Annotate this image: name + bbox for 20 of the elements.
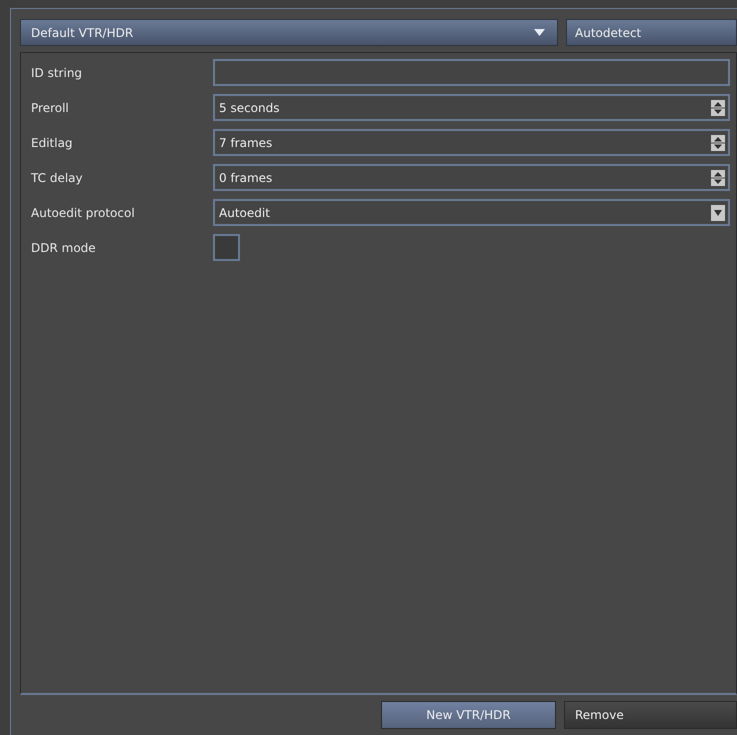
spinner-arrows-icon [711,134,725,150]
spinner-field[interactable]: 0 frames [213,164,730,191]
field-label: DDR mode [31,240,97,254]
checkbox[interactable] [213,234,240,261]
caret-icon [534,29,545,36]
field-label: ID string [31,66,84,80]
field-label: TC delay [31,170,84,184]
spinner-field[interactable]: 5 seconds [213,94,730,121]
field-label: Autoedit protocol [31,206,136,220]
input-field[interactable] [213,59,730,86]
device-dropdown[interactable]: Default VTR/HDR [20,19,558,46]
spinner-arrows-icon [711,100,725,116]
footer-button[interactable]: Remove [564,701,737,729]
select-field[interactable]: Autoedit [213,199,730,226]
footer-button[interactable]: New VTR/HDR [381,701,556,729]
field-label: Editlag [31,136,74,150]
spinner-field[interactable]: 7 frames [213,129,730,156]
spinner-arrows-icon [711,170,725,186]
autodetect-button[interactable]: Autodetect [566,19,737,46]
field-label: Preroll [31,100,70,114]
